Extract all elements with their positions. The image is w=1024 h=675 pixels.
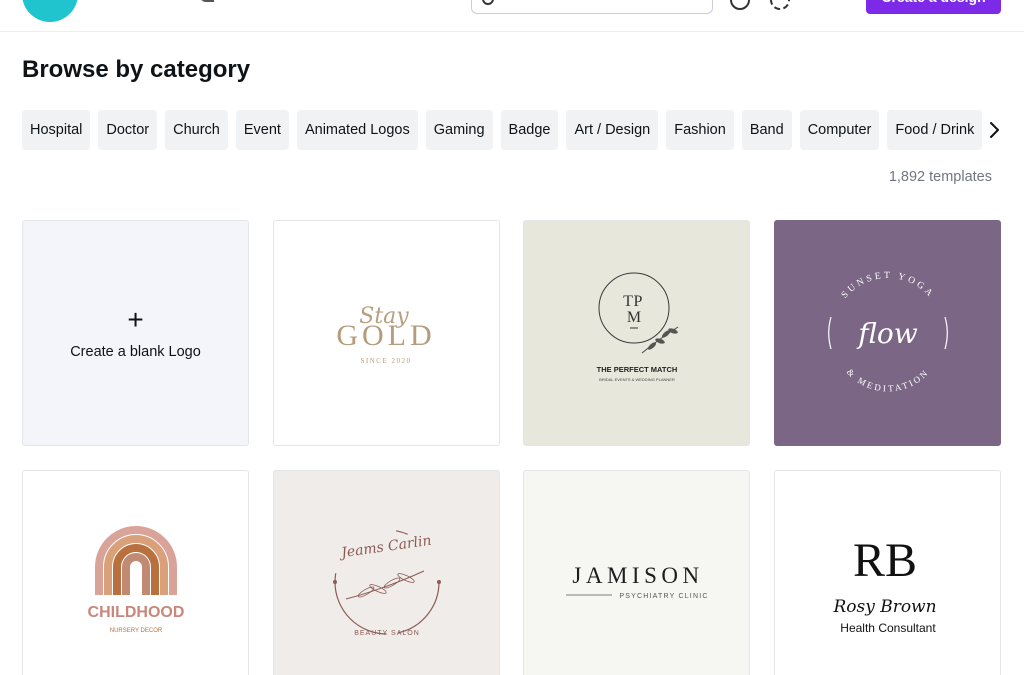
- template-thumbnail: CHILDHOOD NURSERY DECOR: [88, 526, 185, 634]
- create-design-button[interactable]: Create a design: [866, 0, 1001, 14]
- nav-item[interactable]: [200, 0, 214, 2]
- category-chip-art-design[interactable]: Art / Design: [566, 110, 659, 150]
- template-main-text: THE PERFECT MATCH: [597, 365, 678, 374]
- template-card[interactable]: Stay GOLD SINCE 2020: [273, 220, 500, 446]
- category-chip-doctor[interactable]: Doctor: [98, 110, 158, 150]
- template-monogram: RB: [853, 534, 917, 587]
- template-count: 1,892 templates: [888, 169, 992, 185]
- category-chip-food-drink[interactable]: Food / Drink: [887, 110, 983, 150]
- template-sub-text: SINCE 2020: [361, 357, 412, 365]
- chevron-right-icon[interactable]: [986, 121, 1002, 139]
- template-script-text: flow: [856, 317, 918, 350]
- category-chip-band[interactable]: Band: [741, 110, 792, 150]
- template-sub-text: BRIDAL EVENTS & WEDDING PLANNER: [599, 377, 675, 382]
- template-sub-text: BEAUTY SALON: [354, 630, 420, 637]
- help-icon[interactable]: [730, 0, 750, 10]
- category-chip-gaming[interactable]: Gaming: [425, 110, 493, 150]
- template-card[interactable]: Jeams Carlin BEAUTY SALON: [273, 470, 500, 675]
- template-card[interactable]: CHILDHOOD NURSERY DECOR: [22, 470, 249, 675]
- template-sub-text: NURSERY DECOR: [110, 628, 163, 634]
- plus-icon: +: [127, 304, 144, 335]
- monogram-p: P: [634, 293, 643, 310]
- template-main-text: JAMISON: [572, 563, 703, 588]
- settings-icon[interactable]: [770, 0, 790, 10]
- category-chip-fashion[interactable]: Fashion: [666, 110, 734, 150]
- template-thumbnail: Jeams Carlin BEAUTY SALON: [333, 529, 441, 637]
- top-bar: Create a design: [0, 0, 1024, 32]
- category-chip-church[interactable]: Church: [165, 110, 228, 150]
- template-arc-top: SUNSET YOGA: [840, 271, 933, 301]
- category-chip-event[interactable]: Event: [235, 110, 289, 150]
- template-script-text: Rosy Brown: [832, 597, 936, 617]
- template-main-text: CHILDHOOD: [88, 604, 185, 621]
- category-chip-computer[interactable]: Computer: [799, 110, 880, 150]
- template-card[interactable]: JAMISON PSYCHIATRY CLINIC: [523, 470, 750, 675]
- template-card[interactable]: SUNSET YOGA & MEDITATION flow: [774, 220, 1001, 446]
- page-title: Browse by category: [22, 56, 251, 83]
- category-chip-animated-logos[interactable]: Animated Logos: [296, 110, 418, 150]
- template-thumbnail: RB Rosy Brown Health Consultant: [832, 534, 936, 635]
- search-input[interactable]: [471, 0, 713, 14]
- brand-logo[interactable]: [22, 0, 78, 22]
- svg-text:SUNSET YOGA: SUNSET YOGA: [840, 271, 936, 301]
- template-card[interactable]: T P M THE PERFECT MATCH BRIDAL EVENTS & …: [523, 220, 750, 446]
- monogram-m: M: [627, 309, 641, 326]
- search-icon: [482, 0, 494, 5]
- create-blank-label: Create a blank Logo: [70, 344, 201, 360]
- template-thumbnail: Stay GOLD SINCE 2020: [336, 304, 435, 365]
- template-script-text: Jeams Carlin: [337, 533, 432, 562]
- template-sub-text: Health Consultant: [840, 621, 936, 635]
- monogram-t: T: [623, 293, 633, 310]
- category-chip-hospital[interactable]: Hospital: [22, 110, 91, 150]
- create-blank-card[interactable]: + Create a blank Logo: [22, 220, 249, 446]
- template-main-text: GOLD: [336, 319, 435, 352]
- category-chip-badge[interactable]: Badge: [500, 110, 559, 150]
- category-chips: Hospital Doctor Church Event Animated Lo…: [22, 110, 983, 150]
- template-sub-text: PSYCHIATRY CLINIC: [619, 593, 708, 600]
- svg-text:& MEDITATION: & MEDITATION: [845, 367, 931, 394]
- template-thumbnail: T P M THE PERFECT MATCH BRIDAL EVENTS & …: [597, 272, 679, 382]
- template-thumbnail: SUNSET YOGA & MEDITATION flow: [828, 271, 948, 394]
- template-card[interactable]: RB Rosy Brown Health Consultant: [774, 470, 1001, 675]
- template-thumbnail: JAMISON PSYCHIATRY CLINIC: [566, 563, 708, 600]
- template-arc-bottom: & MEDITATION: [845, 367, 929, 394]
